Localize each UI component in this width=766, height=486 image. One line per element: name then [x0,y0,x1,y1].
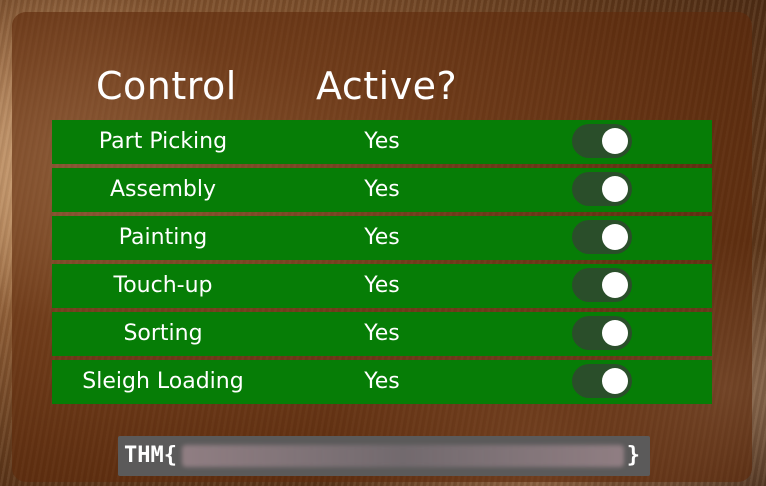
control-row-sorting: Sorting Yes [52,312,712,356]
toggle-knob [602,368,628,394]
control-status: Yes [364,321,400,346]
control-status: Yes [364,273,400,298]
control-name: Painting [118,225,208,250]
toggle-knob [602,224,628,250]
touch-up-toggle[interactable] [572,268,632,302]
sorting-toggle[interactable] [572,316,632,350]
toggle-knob [602,272,628,298]
sleigh-loading-toggle[interactable] [572,364,632,398]
flag-prefix: THM{ [124,443,177,468]
control-name: Part Picking [98,129,228,154]
controls-list: Part Picking Yes Assembly Yes Painting Y… [52,120,712,408]
control-status: Yes [364,369,400,394]
part-picking-toggle[interactable] [572,124,632,158]
active-column-header: Active? [316,64,458,108]
control-status: Yes [364,177,400,202]
control-name: Sorting [123,321,203,346]
control-name: Touch-up [113,273,213,298]
toggle-knob [602,176,628,202]
toggle-knob [602,320,628,346]
control-row-sleigh-loading: Sleigh Loading Yes [52,360,712,404]
control-name: Sleigh Loading [82,369,244,394]
control-row-part-picking: Part Picking Yes [52,120,712,164]
flag-display: THM{ } [118,436,650,476]
control-row-touch-up: Touch-up Yes [52,264,712,308]
toggle-knob [602,128,628,154]
assembly-toggle[interactable] [572,172,632,206]
control-name: Assembly [109,177,217,202]
control-status: Yes [364,225,400,250]
flag-suffix: } [626,443,640,468]
flag-redacted-value [182,445,624,467]
control-row-painting: Painting Yes [52,216,712,260]
painting-toggle[interactable] [572,220,632,254]
control-row-assembly: Assembly Yes [52,168,712,212]
control-column-header: Control [96,64,237,108]
control-status: Yes [364,129,400,154]
